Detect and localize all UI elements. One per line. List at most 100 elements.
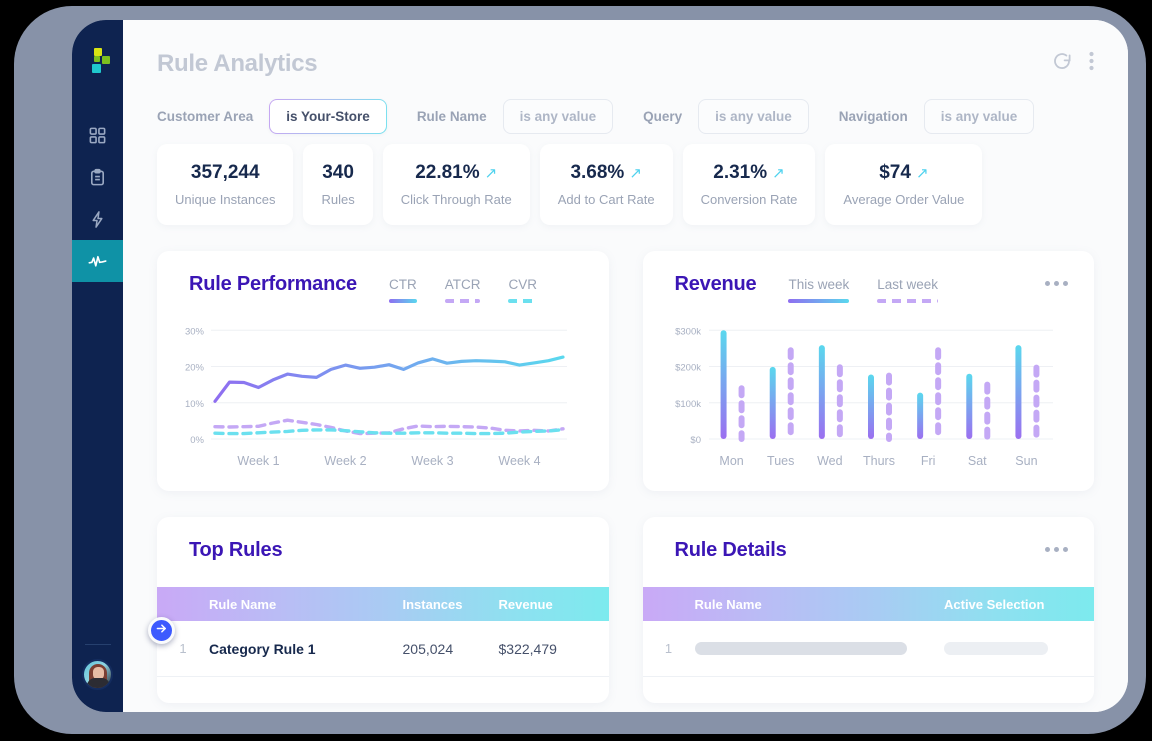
page-title: Rule Analytics [157,49,318,77]
kpi-value: 357,244 [190,162,260,183]
legend-item-cvr[interactable]: CVR [508,277,537,303]
svg-text:Thurs: Thurs [863,454,895,468]
legend-label: CVR [508,277,537,292]
kpi-card-add-to-cart-rate[interactable]: 3.68% ↗ Add to Cart Rate [539,144,673,225]
page-header: Rule Analytics [157,20,1094,82]
chart-legend: This week Last week [788,273,939,303]
sidebar-item-catalog[interactable] [72,156,123,198]
svg-text:30%: 30% [185,326,205,337]
more-horizontal-icon[interactable] [1045,539,1068,552]
card-rule-details: Rule Details Rule Name Active Selection … [642,517,1094,703]
filter-label-rule-name: Rule Name [416,108,487,124]
filter-label-query: Query [643,108,683,124]
filter-chip-query[interactable]: is any value [698,98,809,134]
arrow-right-icon [155,622,168,640]
legend-label: Last week [877,277,939,292]
grid-icon [88,126,107,145]
col-rule-name: Rule Name [694,596,762,612]
legend-swatch [788,299,850,303]
trend-up-icon: ↗ [484,164,498,182]
legend-item-atcr[interactable]: ATCR [444,277,481,303]
svg-text:0%: 0% [190,435,204,446]
brand-logo[interactable] [86,48,110,73]
kpi-label: Average Order Value [843,192,965,207]
svg-text:Sat: Sat [967,454,986,468]
legend-swatch [388,299,417,303]
table-header: Rule Name Instances Revenue [157,587,609,621]
filter-label-navigation: Navigation [838,108,908,124]
legend-label: This week [788,277,850,292]
sidebar-expand-button[interactable] [148,617,175,644]
row-index: 1 [664,641,673,656]
card-revenue: Revenue This week Last week $0 $100k $20… [642,251,1095,491]
sidebar-nav [72,114,123,282]
user-avatar[interactable] [82,659,113,690]
card-rule-performance: Rule Performance CTR ATCR CVR 0% 10% 20%… [157,251,609,491]
app-screen: Rule Analytics Customer Area is Your-Sto… [72,20,1128,712]
kpi-label: Rules [321,192,355,207]
kpi-card-average-order-value[interactable]: $74 ↗ Average Order Value [825,144,983,225]
table-row[interactable]: 1 Category Rule 1 205,024 $322,479 [157,621,609,677]
clipboard-icon [88,168,107,187]
svg-text:$300k: $300k [675,326,701,337]
col-active-selection: Active Selection [944,596,1045,612]
legend-item-last-week[interactable]: Last week [877,277,939,303]
sidebar-item-analytics[interactable] [72,240,123,282]
line-chart: 0% 10% 20% 30% Week 1 Week 2 Week 3 Week 4 [157,307,609,491]
svg-text:10%: 10% [185,399,205,410]
sidebar-item-dashboard[interactable] [72,114,123,156]
kpi-card-unique-instances[interactable]: 357,244 Unique Instances [157,144,294,225]
more-vertical-icon[interactable] [1089,51,1094,76]
svg-text:Week 3: Week 3 [411,454,453,468]
sidebar-item-automation[interactable] [72,198,123,240]
trend-up-icon: ↗ [772,164,785,182]
svg-text:Fri: Fri [920,454,935,468]
header-actions [1051,50,1094,77]
table-header: Rule Name Active Selection [642,587,1094,621]
bar-chart: $0 $100k $200k $300k Mon Tues Wed Thurs Fri Sat Su… [643,307,1095,491]
kpi-label: Click Through Rate [400,192,512,207]
refresh-icon[interactable] [1051,50,1073,77]
kpi-label: Conversion Rate [700,192,798,207]
filter-chip-rule-name[interactable]: is any value [502,98,614,134]
kpi-value: 3.68% [570,162,625,183]
svg-text:Sun: Sun [1015,454,1037,468]
kpi-card-click-through-rate[interactable]: 22.81% ↗ Click Through Rate [382,144,530,225]
more-horizontal-icon[interactable] [1045,273,1068,286]
col-rule-name: Rule Name [209,596,277,612]
kpi-card-rules[interactable]: 340 Rules [303,144,373,225]
main-content: Rule Analytics Customer Area is Your-Sto… [123,20,1128,712]
legend-swatch [508,299,537,303]
svg-text:Tues: Tues [767,454,794,468]
svg-text:20%: 20% [185,363,205,374]
svg-text:$0: $0 [690,435,701,446]
card-grid: Rule Performance CTR ATCR CVR 0% 10% 20%… [157,251,1094,703]
legend-swatch [444,299,481,303]
kpi-value: 340 [322,162,354,183]
bolt-icon [88,210,107,229]
filter-chip-customer-area[interactable]: is Your-Store [269,99,387,134]
kpi-card-conversion-rate[interactable]: 2.31% ↗ Conversion Rate [682,144,816,225]
sidebar-footer [72,644,123,690]
svg-text:Wed: Wed [817,454,843,468]
kpi-label: Add to Cart Rate [557,192,655,207]
card-title: Top Rules [189,539,283,561]
svg-text:$100k: $100k [675,399,701,410]
legend-item-ctr[interactable]: CTR [388,277,417,303]
legend-item-this-week[interactable]: This week [788,277,850,303]
trend-up-icon: ↗ [915,164,929,182]
card-title: Rule Details [674,539,787,561]
filter-chip-navigation[interactable]: is any value [923,98,1035,134]
filter-bar: Customer Area is Your-Store Rule Name is… [157,82,1094,138]
kpi-value: 2.31% [713,162,768,183]
table-row[interactable]: 1 [642,621,1094,677]
kpi-value: 22.81% [415,162,480,183]
pulse-icon [88,252,107,271]
chart-legend: CTR ATCR CVR [388,273,537,303]
svg-text:$200k: $200k [675,363,701,374]
kpi-label: Unique Instances [175,192,276,207]
trend-up-icon: ↗ [629,164,642,182]
col-revenue: Revenue [498,596,553,612]
svg-text:Week 4: Week 4 [498,454,540,468]
row-instances: 205,024 [402,640,454,657]
